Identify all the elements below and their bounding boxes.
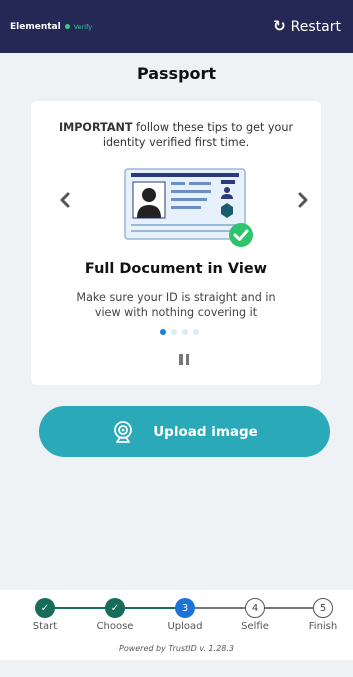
- app-header: Elemental Verify ↻ Restart: [0, 0, 353, 53]
- restart-button[interactable]: ↻ Restart: [273, 19, 341, 35]
- step-finish: 5 Finish: [293, 590, 353, 632]
- brand-logo: Elemental Verify: [10, 22, 92, 32]
- check-icon: ✓: [105, 598, 125, 618]
- slide-dot[interactable]: [182, 329, 188, 335]
- pause-icon[interactable]: [179, 354, 191, 366]
- step-start: ✓ Start: [15, 590, 75, 632]
- page-title: Passport: [136, 64, 217, 83]
- chevron-left-icon: [60, 192, 70, 208]
- upload-image-label: Upload image: [153, 423, 258, 440]
- tips-card: IMPORTANT follow these tips to get your …: [31, 101, 321, 385]
- tip-important-label: IMPORTANT: [58, 121, 133, 134]
- slide-dot[interactable]: [193, 329, 199, 335]
- step-number: 5: [313, 598, 333, 618]
- powered-by-text: Powered by TrustID v. 1.28.3: [119, 644, 234, 653]
- webcam-icon: [114, 420, 133, 443]
- previous-slide-button[interactable]: [55, 187, 75, 213]
- brand-name: Elemental: [10, 21, 61, 32]
- brand-dot-icon: [64, 24, 70, 29]
- tip-body: follow these tips to get your identity v…: [102, 121, 294, 149]
- tip-text: IMPORTANT follow these tips to get your …: [49, 120, 303, 150]
- slide-dot[interactable]: [171, 329, 177, 335]
- restart-label: Restart: [290, 18, 341, 35]
- chevron-right-icon: [298, 192, 308, 208]
- tip-heading: Full Document in View: [84, 261, 268, 277]
- step-label: Selfie: [241, 621, 269, 632]
- next-slide-button[interactable]: [293, 187, 313, 213]
- slide-dot[interactable]: [160, 329, 166, 335]
- step-label: Finish: [308, 621, 338, 632]
- check-icon: ✓: [35, 598, 55, 618]
- step-label: Choose: [96, 621, 134, 632]
- brand-tag: Verify: [73, 22, 93, 31]
- step-upload: 3 Upload: [155, 590, 215, 632]
- step-choose: ✓ Choose: [85, 590, 145, 632]
- progress-stepper: ✓ Start ✓ Choose 3 Upload 4 Selfie 5 Fin…: [0, 590, 353, 632]
- slide-indicators: [160, 329, 199, 335]
- restart-arrow-icon: ↻: [273, 17, 286, 35]
- id-card-illustration: [124, 168, 253, 247]
- upload-image-button[interactable]: Upload image: [39, 406, 330, 457]
- step-number: 3: [175, 598, 195, 618]
- step-label: Start: [32, 621, 58, 632]
- step-label: Upload: [167, 621, 203, 632]
- footer: ✓ Start ✓ Choose 3 Upload 4 Selfie 5 Fin…: [0, 590, 353, 660]
- tip-description: Make sure your ID is straight and in vie…: [76, 291, 276, 319]
- step-number: 4: [245, 598, 265, 618]
- step-selfie: 4 Selfie: [225, 590, 285, 632]
